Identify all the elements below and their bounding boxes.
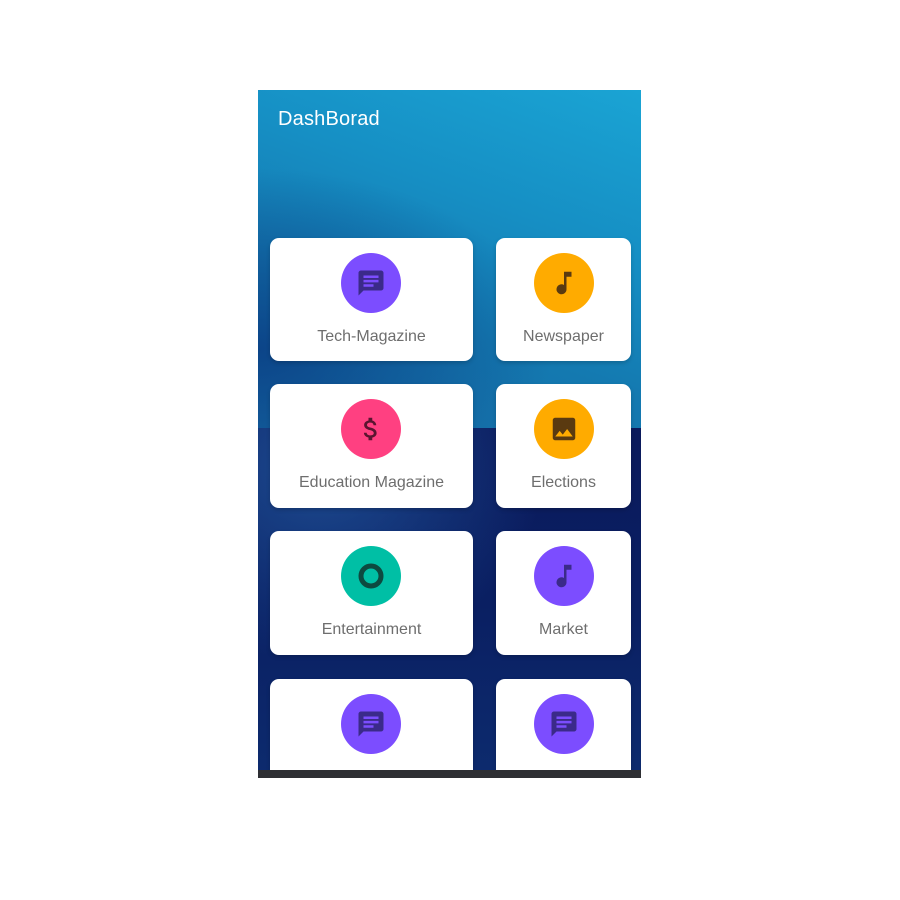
tile-label: Tech-Magazine: [317, 328, 426, 345]
image-icon: [534, 399, 594, 459]
tile-education-magazine[interactable]: Education Magazine: [270, 384, 473, 508]
app-screen: DashBorad Tech-Magazine Newspaper Educat…: [258, 90, 641, 778]
music-note-icon: [534, 253, 594, 313]
tile-newspaper[interactable]: Newspaper: [496, 238, 631, 361]
dollar-icon: [341, 399, 401, 459]
tile-market[interactable]: Market: [496, 531, 631, 655]
chat-icon: [534, 694, 594, 754]
tile-item-8[interactable]: [496, 679, 631, 778]
tile-label: Education Magazine: [299, 474, 444, 491]
app-title: DashBorad: [278, 108, 380, 130]
tile-entertainment[interactable]: Entertainment: [270, 531, 473, 655]
tile-tech-magazine[interactable]: Tech-Magazine: [270, 238, 473, 361]
tile-label: Entertainment: [321, 621, 422, 638]
ring-icon: [341, 546, 401, 606]
chat-icon: [341, 253, 401, 313]
tile-label: Market: [539, 621, 588, 638]
music-note-icon: [534, 546, 594, 606]
chat-icon: [341, 694, 401, 754]
tile-elections[interactable]: Elections: [496, 384, 631, 508]
tile-item-7[interactable]: [270, 679, 473, 778]
tile-label: Newspaper: [523, 328, 604, 345]
navigation-bar: [258, 770, 641, 778]
tile-label: Elections: [531, 474, 596, 491]
